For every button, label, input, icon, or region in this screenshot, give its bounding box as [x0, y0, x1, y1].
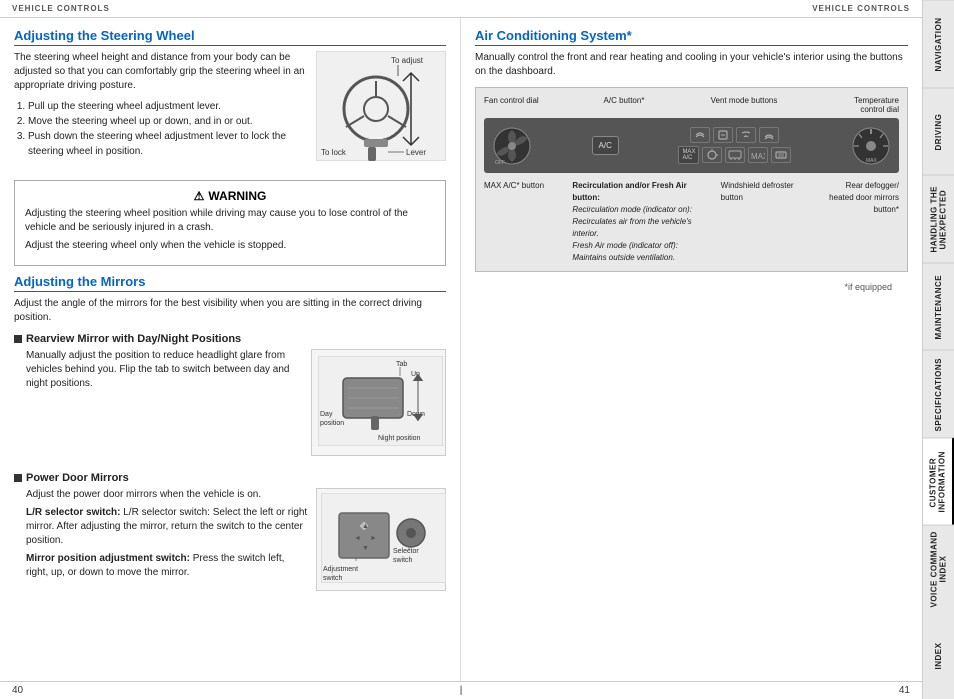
steering-section: Adjusting the Steering Wheel To adjust	[14, 28, 446, 172]
svg-text:Night position: Night position	[378, 435, 421, 442]
sidebar-item-index-label: INDEX	[934, 642, 943, 669]
steering-title: Adjusting the Steering Wheel	[14, 28, 446, 46]
svg-text:position: position	[320, 420, 344, 427]
svg-text:MAX: MAX	[751, 152, 765, 161]
sidebar: NAVIGATION DRIVING HANDLING THE UNEXPECT…	[922, 0, 954, 699]
ac-title: Air Conditioning System*	[475, 28, 908, 46]
rearview-title: Rearview Mirror with Day/Night Positions	[14, 333, 446, 345]
footnote: *if equipped	[475, 280, 908, 292]
ac-controls: OFF A/C	[484, 118, 899, 173]
pipe-separator: |	[460, 685, 463, 696]
mirrors-section: Adjusting the Mirrors Adjust the angle o…	[14, 274, 446, 597]
sidebar-item-navigation-label: NAVIGATION	[934, 17, 943, 71]
recirculation-bottom-label: Recirculation and/or Fresh Air button: R…	[572, 179, 702, 263]
page-header: VEHICLE CONTROLS VEHICLE CONTROLS	[0, 0, 922, 18]
mirrors-title: Adjusting the Mirrors	[14, 274, 446, 292]
page-footer: 40 | 41	[0, 681, 922, 699]
svg-text:To lock: To lock	[321, 148, 347, 157]
sidebar-item-handling-label: HANDLING THE UNEXPECTED	[930, 180, 948, 259]
sidebar-item-navigation[interactable]: NAVIGATION	[923, 0, 954, 88]
sidebar-item-specifications[interactable]: SPECIFICATIONS	[923, 350, 954, 438]
sidebar-item-driving[interactable]: DRIVING	[923, 88, 954, 176]
rearview-diagram: Tab Up Down Night position Day position	[311, 349, 446, 456]
sidebar-item-specifications-label: SPECIFICATIONS	[934, 357, 943, 431]
sidebar-item-handling[interactable]: HANDLING THE UNEXPECTED	[923, 175, 954, 263]
sidebar-item-voice-command-label: VOICE COMMAND INDEX	[930, 530, 948, 609]
warning-text-1: Adjusting the steering wheel position wh…	[25, 207, 435, 235]
power-door-subsection: Power Door Mirrors Selector switch Adjus…	[14, 472, 446, 597]
mirrors-body: Adjust the angle of the mirrors for the …	[14, 297, 446, 325]
svg-text:OFF: OFF	[495, 160, 505, 166]
rear-defogger-bottom-label: Rear defogger/ heated door mirrors butto…	[819, 179, 899, 263]
ac-diagram: Fan control dial A/C button* Vent mode b…	[475, 87, 908, 272]
warning-box: ⚠ WARNING Adjusting the steering wheel p…	[14, 180, 446, 266]
sidebar-item-voice-command[interactable]: VOICE COMMAND INDEX	[923, 525, 954, 613]
warning-label: WARNING	[208, 189, 266, 203]
mirror-position-label: Mirror position adjustment switch:	[26, 553, 190, 564]
svg-text:switch: switch	[393, 557, 413, 564]
right-page-number: 41	[899, 685, 910, 696]
svg-text:switch: switch	[323, 575, 343, 582]
sidebar-item-maintenance-label: MAINTENANCE	[934, 274, 943, 339]
sidebar-item-maintenance[interactable]: MAINTENANCE	[923, 263, 954, 351]
svg-text:◄: ◄	[354, 535, 361, 542]
left-page-number: 40	[12, 685, 23, 696]
sidebar-item-index[interactable]: INDEX	[923, 613, 954, 699]
warning-title: ⚠ WARNING	[25, 189, 435, 203]
max-ac-bottom-label: MAX A/C* button	[484, 179, 554, 263]
windshield-bottom-label: Windshield defroster button	[721, 179, 801, 263]
rearview-subsection: Rearview Mirror with Day/Night Positions…	[14, 333, 446, 464]
fan-control-label: Fan control dial	[484, 96, 539, 114]
footnote-text: *if equipped	[844, 282, 892, 292]
main-content: VEHICLE CONTROLS VEHICLE CONTROLS Adjust…	[0, 0, 922, 699]
svg-text:MAX: MAX	[866, 158, 878, 164]
ac-body: Manually control the front and rear heat…	[475, 51, 908, 79]
right-column: Air Conditioning System* Manually contro…	[461, 18, 922, 681]
svg-text:Selector: Selector	[393, 548, 419, 555]
columns: Adjusting the Steering Wheel To adjust	[0, 18, 922, 681]
sidebar-item-driving-label: DRIVING	[934, 113, 943, 150]
power-door-title-text: Power Door Mirrors	[26, 472, 129, 484]
sidebar-item-customer-info-label: CUSTOMER INFORMATION	[929, 443, 947, 522]
header-left-label: VEHICLE CONTROLS	[12, 4, 110, 13]
svg-text:To adjust: To adjust	[391, 56, 424, 65]
power-door-diagram: Selector switch Adjustment switch ▲ ◄ ►	[316, 488, 446, 591]
temp-control-label: Temperature control dial	[829, 96, 899, 114]
left-column: Adjusting the Steering Wheel To adjust	[0, 18, 461, 681]
warning-icon: ⚠	[194, 189, 205, 203]
sidebar-item-customer-info[interactable]: CUSTOMER INFORMATION	[923, 438, 954, 526]
vent-mode-label: Vent mode buttons	[709, 96, 779, 114]
ac-labels-top: Fan control dial A/C button* Vent mode b…	[484, 96, 899, 114]
svg-text:►: ►	[370, 535, 377, 542]
ac-section: Air Conditioning System* Manually contro…	[475, 28, 908, 272]
svg-text:Day: Day	[320, 411, 333, 418]
ac-button-label: A/C button*	[589, 96, 659, 114]
svg-text:▲: ▲	[362, 523, 369, 530]
steering-diagram: To adjust	[316, 51, 446, 164]
power-door-title: Power Door Mirrors	[14, 472, 446, 484]
svg-text:Adjustment: Adjustment	[323, 566, 358, 573]
lr-selector-label: L/R selector switch:	[26, 507, 120, 518]
header-right-label: VEHICLE CONTROLS	[812, 4, 910, 13]
svg-text:Lever: Lever	[406, 148, 426, 157]
svg-text:▼: ▼	[362, 545, 369, 552]
rearview-title-text: Rearview Mirror with Day/Night Positions	[26, 333, 241, 345]
warning-text-2: Adjust the steering wheel only when the …	[25, 239, 435, 253]
svg-text:Tab: Tab	[396, 361, 407, 368]
